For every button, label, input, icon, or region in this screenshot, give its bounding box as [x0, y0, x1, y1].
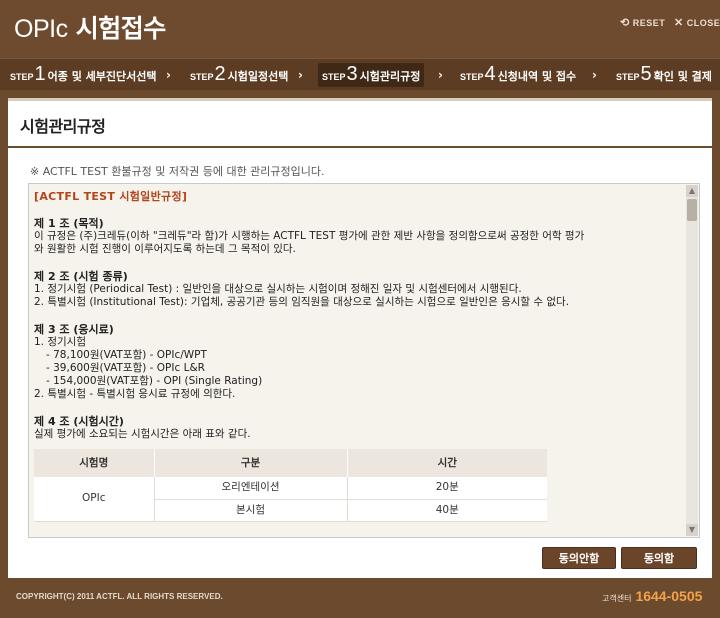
reset-button[interactable]: ⟲ RESET	[620, 16, 665, 29]
cs-phone-number: 1644-0505	[635, 588, 703, 604]
app-header: OPIc 시험접수 ⟲ RESET ✕ CLOSE	[0, 0, 720, 58]
customer-service: 고객센터 1644-0505	[602, 588, 702, 604]
disagree-button[interactable]: 동의안함	[542, 547, 616, 569]
divider	[8, 146, 712, 148]
content-panel: 시험관리규정 ※ ACTFL TEST 환불규정 및 저작권 등에 대한 관리규…	[8, 98, 712, 578]
table-header: 시험명	[34, 449, 155, 477]
step-prefix: STEP	[10, 72, 34, 82]
page-title: OPIc 시험접수	[14, 9, 166, 45]
chevron-right-icon: ›	[592, 68, 597, 82]
table-cell: 20분	[347, 477, 547, 500]
chevron-right-icon: ›	[438, 68, 443, 82]
article-text: 와 원활한 시험 진행이 이루어지도록 하는데 그 목적이 있다.	[34, 243, 296, 255]
terms-content: [ACTFL TEST 시험일반규정] 제 1 조 (목적) 이 규정은 (주)…	[34, 190, 674, 522]
title-latin: OPIc	[14, 15, 68, 43]
step-navigation: STEP 1 어종 및 세부진단서선택 › STEP 2 시험일정선택 › ST…	[0, 58, 720, 90]
table-header: 시간	[347, 449, 547, 477]
step-2: STEP 2 시험일정선택	[186, 63, 292, 87]
scroll-thumb[interactable]	[687, 199, 697, 221]
close-button[interactable]: ✕ CLOSE	[674, 16, 720, 29]
article-text: 실제 평가에 소요되는 시험시간은 아래 표와 같다.	[34, 428, 251, 440]
step-label: 확인 및 결제	[653, 70, 712, 83]
terms-scrollbox[interactable]: [ACTFL TEST 시험일반규정] 제 1 조 (목적) 이 규정은 (주)…	[28, 183, 700, 538]
step-label: 어종 및 세부진단서선택	[47, 70, 157, 83]
step-1: STEP 1 어종 및 세부진단서선택	[6, 63, 161, 87]
section-title: 시험관리규정	[20, 117, 106, 136]
step-label: 신청내역 및 접수	[497, 70, 577, 83]
step-number: 4	[484, 63, 496, 85]
article-text: - 154,000원(VAT포함) - OPI (Single Rating)	[46, 375, 263, 387]
scroll-down-icon[interactable]: ▼	[686, 524, 698, 536]
article-heading: 제 1 조 (목적)	[34, 217, 104, 230]
chevron-right-icon: ›	[166, 68, 171, 82]
article-text: 2. 특별시험 - 특별시험 응시료 규정에 의한다.	[34, 388, 236, 400]
step-prefix: STEP	[616, 72, 640, 82]
close-icon: ✕	[674, 17, 684, 29]
article-text: 1. 정기시험	[34, 336, 86, 348]
article-text: 1. 정기시험 (Periodical Test) : 일반인을 대상으로 실시…	[34, 283, 522, 295]
table-header-row: 시험명 구분 시간	[34, 449, 547, 477]
table-cell: 40분	[347, 499, 547, 522]
step-4: STEP 4 신청내역 및 접수	[456, 63, 580, 87]
step-number: 1	[34, 63, 46, 85]
step-prefix: STEP	[322, 72, 346, 82]
article-text: 이 규정은 (주)크레듀(이하 "크레듀"라 함)가 시행하는 ACTFL TE…	[34, 230, 585, 242]
step-5: STEP 5 확인 및 결제	[612, 63, 716, 87]
table-cell: 본시험	[154, 499, 348, 522]
step-label: 시험일정선택	[227, 70, 289, 83]
chevron-right-icon: ›	[298, 68, 303, 82]
article-heading: 제 4 조 (시험시간)	[34, 415, 124, 428]
copyright-text: COPYRIGHT(C) 2011 ACTFL. ALL RIGHTS RESE…	[16, 592, 223, 601]
table-row: OPIc 오리엔테이션 20분	[34, 477, 547, 522]
article-text: - 78,100원(VAT포함) - OPIc/WPT	[46, 349, 207, 361]
cs-label: 고객센터	[602, 594, 632, 603]
terms-doc-title: [ACTFL TEST 시험일반규정]	[34, 190, 188, 203]
reset-icon: ⟲	[620, 17, 630, 29]
scroll-up-icon[interactable]: ▲	[686, 185, 698, 197]
step-number: 5	[640, 63, 652, 85]
article-text: - 39,600원(VAT포함) - OPIc L&R	[46, 362, 205, 374]
step-number: 3	[346, 63, 358, 85]
table-cell-exam: OPIc	[34, 477, 155, 522]
table-cell: 오리엔테이션	[154, 477, 348, 500]
step-number: 2	[214, 63, 226, 85]
step-prefix: STEP	[190, 72, 214, 82]
reset-label: RESET	[632, 17, 666, 28]
article-heading: 제 3 조 (응시료)	[34, 323, 114, 336]
article-heading: 제 2 조 (시험 종류)	[34, 270, 128, 283]
close-label: CLOSE	[686, 17, 720, 28]
notice-text: ※ ACTFL TEST 환불규정 및 저작권 등에 대한 관리규정입니다.	[30, 165, 325, 178]
title-korean: 시험접수	[67, 14, 167, 43]
vertical-scrollbar[interactable]: ▲ ▼	[686, 185, 698, 536]
table-header: 구분	[154, 449, 348, 477]
agree-button[interactable]: 동의함	[621, 547, 697, 569]
article-text: 2. 특별시험 (Institutional Test): 기업체, 공공기관 …	[34, 296, 570, 308]
step-3: STEP 3 시험관리규정	[318, 63, 425, 87]
step-label: 시험관리규정	[359, 70, 421, 83]
step-prefix: STEP	[460, 72, 484, 82]
exam-time-table: 시험명 구분 시간 OPIc 오리엔테이션 20분 본시험 40분	[34, 449, 547, 522]
